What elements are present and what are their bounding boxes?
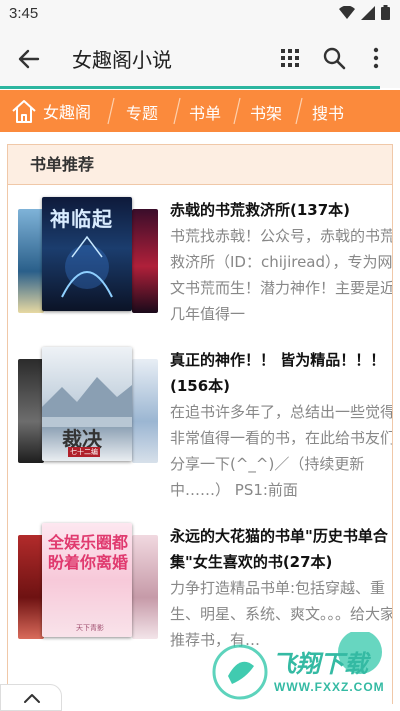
nav-item-booklists[interactable]: 书单 <box>189 100 221 124</box>
nav-item-search-books[interactable]: 搜书 <box>312 100 344 124</box>
wifi-icon <box>339 5 355 19</box>
nav-separator <box>107 97 115 125</box>
booklist-description: 在追书许多年了，总结出一些觉得非常值得一看的书，在此给书友们分享一下(^_^)／… <box>170 403 393 499</box>
cover-author: 天下青影 <box>76 624 104 632</box>
panel-header: 书单推荐 <box>8 145 392 185</box>
booklist-covers: 神临起 <box>18 197 168 337</box>
cover-title: 全娱乐圈都盼着你离婚 <box>48 533 129 572</box>
home-icon <box>12 100 36 123</box>
app-bar: 女趣阁小说 <box>0 28 400 88</box>
watermark-text: 飞翔下载 <box>272 650 368 678</box>
back-arrow-icon[interactable] <box>14 44 44 74</box>
book-cover-back-right <box>132 209 158 313</box>
booklist-covers: 裁决 七十二编 <box>18 347 168 487</box>
booklist-description: 书荒找赤戟！公众号，赤戟的书荒救济所（ID：chijiread），专为网文书荒而… <box>170 227 393 323</box>
cover-subtitle: 七十二编 <box>68 447 100 457</box>
loading-progress-bar <box>0 86 380 89</box>
booklist-title: 永远的大花猫的书单"历史书单合集"女生喜欢的书(27本) <box>170 527 388 571</box>
booklist-item[interactable]: 裁决 七十二编 真正的神作！！ 皆为精品！！！(156本) 在追书许多年了，总结… <box>8 347 393 507</box>
book-cover-back-right <box>132 359 158 463</box>
nav-item-bookshelf[interactable]: 书架 <box>250 100 282 124</box>
nav-home[interactable]: 女趣阁 <box>10 97 91 125</box>
book-cover: 神临起 <box>42 197 132 311</box>
booklist-title: 赤戟的书荒救济所(137本) <box>170 201 351 219</box>
nav-item-topics[interactable]: 专题 <box>126 100 158 124</box>
battery-icon <box>381 5 390 20</box>
status-time: 3:45 <box>9 5 39 22</box>
booklist-title: 真正的神作！！ 皆为精品！！！(156本) <box>170 351 386 395</box>
nav-separator <box>173 97 181 125</box>
watermark-url: WWW.FXXZ.COM <box>274 680 385 694</box>
booklist-item[interactable]: 神临起 赤戟的书荒救济所(137本) 书荒找赤戟！公众号，赤戟的书荒救济所（ID… <box>8 197 393 357</box>
book-cover-back-right <box>132 535 158 639</box>
book-cover-back-left <box>18 535 44 639</box>
book-cover: 裁决 七十二编 <box>42 347 132 461</box>
scroll-top-button[interactable] <box>0 684 62 711</box>
cover-title: 神临起 <box>50 207 113 231</box>
grid-menu-icon[interactable] <box>276 44 304 72</box>
more-vert-icon[interactable] <box>362 44 390 72</box>
watermark: 飞翔下载 WWW.FXXZ.COM <box>210 630 396 708</box>
nav-home-label: 女趣阁 <box>43 103 92 122</box>
signal-icon <box>361 5 375 20</box>
book-cover-back-left <box>18 359 44 463</box>
status-icons <box>339 5 390 20</box>
book-cover-back-left <box>18 209 44 313</box>
search-icon[interactable] <box>320 44 348 72</box>
booklist-covers: 全娱乐圈都盼着你离婚 天下青影 <box>18 523 168 663</box>
status-bar: 3:45 <box>0 0 400 28</box>
booklist-panel: 书单推荐 神临起 赤戟的书荒救济所(137本) 书荒找赤戟！公众号，赤戟的书荒救… <box>7 144 393 704</box>
nav-separator <box>295 97 303 125</box>
chevron-up-icon <box>24 694 40 703</box>
nav-separator <box>233 97 241 125</box>
breadcrumb-nav: 女趣阁 专题 书单 书架 搜书 <box>0 90 400 132</box>
page-title: 女趣阁小说 <box>72 48 172 72</box>
book-cover: 全娱乐圈都盼着你离婚 天下青影 <box>42 523 132 637</box>
